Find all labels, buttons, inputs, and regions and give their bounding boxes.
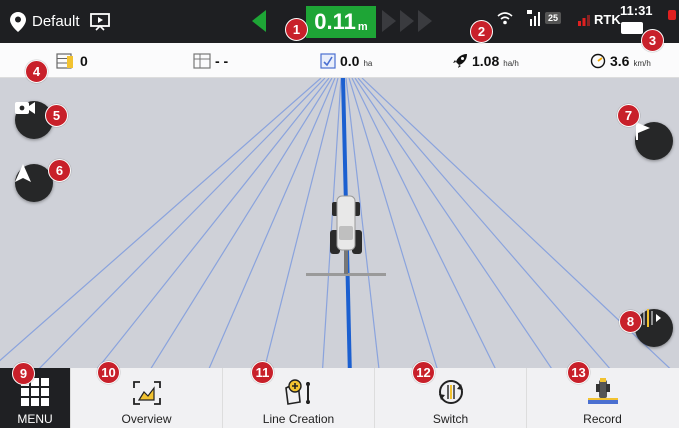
tab-label: Switch — [432, 412, 469, 426]
field-grid-icon — [193, 52, 211, 69]
location-pin-icon — [10, 11, 26, 32]
satellite-signal-icon — [527, 10, 540, 26]
rtk-icon — [578, 14, 590, 26]
flag-icon — [636, 122, 650, 140]
guidance-map[interactable] — [0, 78, 679, 368]
callout-marker: 11 — [251, 361, 274, 384]
flag-button[interactable] — [635, 122, 673, 160]
alert-indicator — [668, 10, 676, 20]
steer-right-arrows — [382, 10, 432, 32]
menu-button[interactable]: MENU — [0, 368, 70, 428]
callout-marker: 12 — [412, 361, 435, 384]
switch-icon — [438, 380, 463, 404]
tractor — [306, 195, 386, 276]
count-readout: 0 — [56, 43, 88, 78]
center-line-button[interactable] — [635, 309, 673, 347]
record-icon — [587, 378, 618, 404]
callout-marker: 7 — [617, 104, 640, 127]
callout-marker: 8 — [619, 310, 642, 333]
camera-icon — [15, 102, 35, 114]
rtk-status: RTK — [578, 12, 621, 27]
speed-readout: 3.6 km/h — [590, 43, 651, 78]
info-bar: 0 - - 0.0 ha 1.08 ha/h 3.6 km/h — [0, 43, 679, 78]
guidance-lines — [0, 78, 671, 368]
guide-line — [263, 78, 339, 368]
field-value: - - — [215, 52, 229, 69]
rtk-label: RTK — [594, 12, 621, 27]
speedometer-icon — [590, 53, 606, 68]
guide-line — [354, 78, 552, 368]
rate-unit: ha/h — [503, 58, 519, 68]
callout-marker: 6 — [48, 159, 71, 182]
screen-icon[interactable] — [89, 12, 110, 31]
field-readout: - - — [193, 43, 228, 78]
callout-marker: 4 — [25, 60, 48, 83]
area-value: 0.0 — [340, 52, 360, 69]
offset-value: 0.11 — [314, 9, 356, 34]
area-icon — [320, 52, 336, 69]
area-readout: 0.0 ha — [320, 43, 372, 78]
callout-marker: 5 — [45, 104, 68, 127]
wifi-icon — [497, 12, 513, 25]
guide-line — [357, 78, 611, 368]
rate-readout: 1.08 ha/h — [452, 43, 519, 78]
tab-overview[interactable]: Overview — [70, 368, 222, 428]
profile-selector[interactable]: Default — [10, 0, 110, 43]
guide-line — [208, 78, 336, 368]
callout-marker: 1 — [285, 18, 308, 41]
speed-value: 3.6 — [610, 52, 630, 69]
rocket-icon — [453, 53, 467, 68]
guide-line — [38, 78, 326, 368]
callout-marker: 9 — [12, 362, 35, 385]
speed-unit: km/h — [633, 58, 651, 68]
profile-name: Default — [32, 13, 80, 30]
guide-line — [97, 78, 330, 368]
offset-unit: m — [357, 20, 368, 33]
tab-line-creation[interactable]: Line Creation — [222, 368, 374, 428]
tab-label: Overview — [121, 412, 172, 426]
count-icon — [56, 52, 73, 69]
offset-display: 0.11 m — [306, 6, 376, 38]
tab-label: Record — [583, 412, 622, 426]
guide-line — [150, 78, 333, 368]
guidance-screen: Default 0.11 m 25 RTK 11:31 0 - - 0.0 ha… — [0, 0, 679, 428]
callout-marker: 13 — [567, 361, 590, 384]
callout-marker: 3 — [641, 29, 664, 52]
area-unit: ha — [363, 58, 373, 68]
navigation-arrow-icon — [15, 164, 31, 182]
tab-label: Line Creation — [262, 412, 335, 426]
rate-value: 1.08 — [472, 52, 500, 69]
satellite-count: 25 — [545, 12, 562, 24]
count-value: 0 — [80, 52, 88, 69]
battery-icon — [621, 22, 643, 34]
clock: 11:31 — [620, 3, 653, 18]
status-bar: Default 0.11 m 25 RTK 11:31 — [0, 0, 679, 43]
tab-record[interactable]: Record — [526, 368, 678, 428]
line-creation-icon — [284, 379, 310, 405]
overview-icon — [132, 381, 161, 405]
callout-marker: 2 — [470, 20, 493, 43]
tab-switch[interactable]: Switch — [374, 368, 526, 428]
menu-label: MENU — [17, 412, 53, 426]
callout-marker: 10 — [97, 361, 120, 384]
satellite-status: 25 — [527, 10, 562, 26]
